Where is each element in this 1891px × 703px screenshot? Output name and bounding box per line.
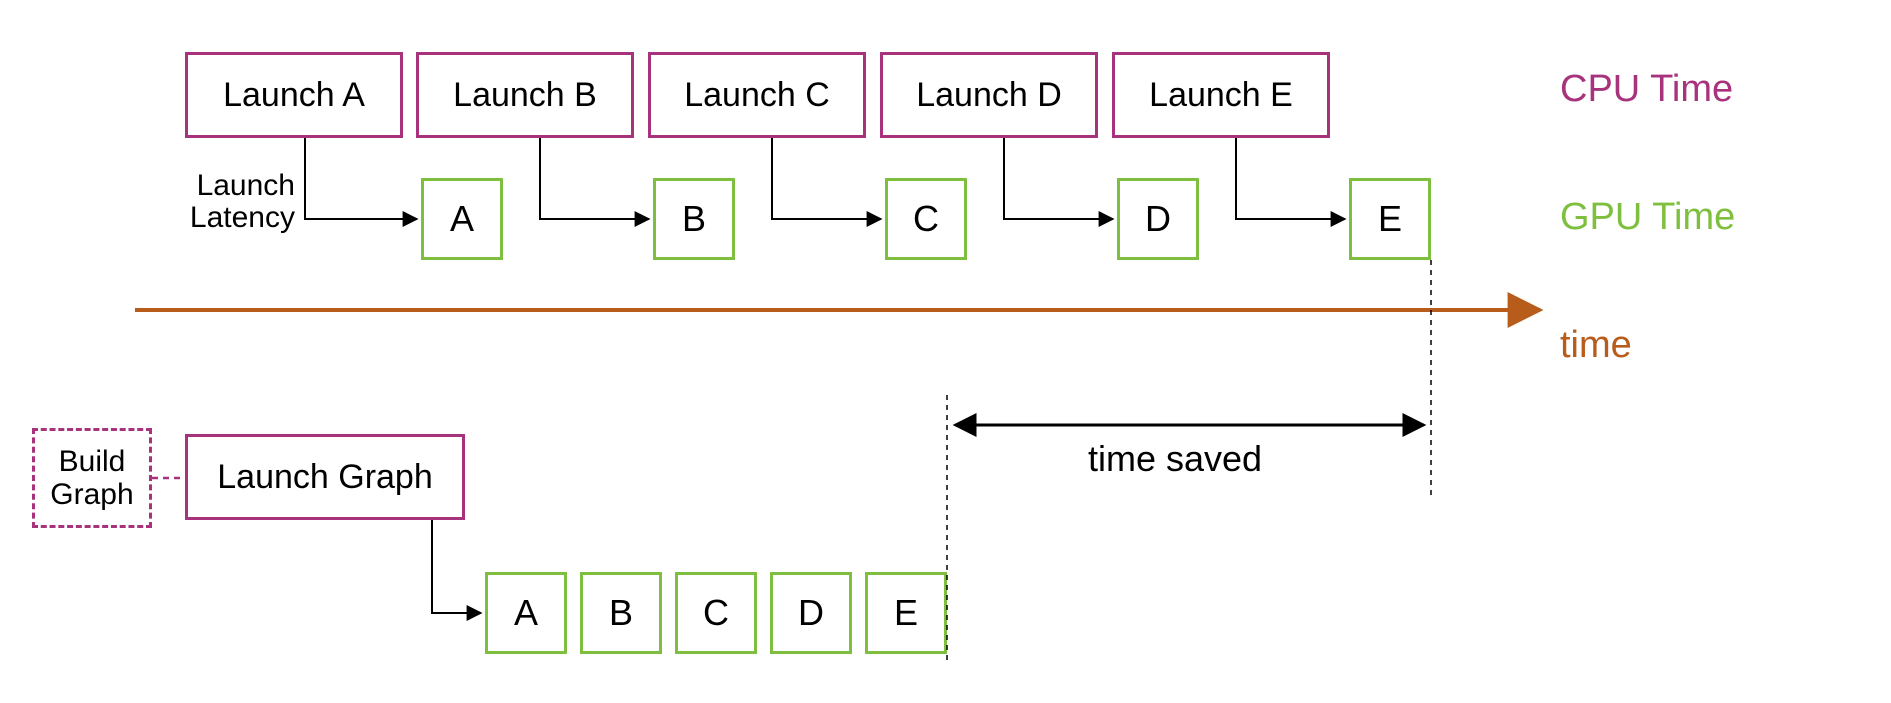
latency-arrow-B bbox=[540, 138, 649, 219]
build-graph-line1: Build bbox=[59, 445, 126, 478]
launch-graph-arrow bbox=[432, 520, 481, 613]
latency-arrow-A bbox=[305, 138, 417, 219]
latency-arrow-C bbox=[772, 138, 881, 219]
gpu-kernel-E-top: E bbox=[1349, 178, 1431, 260]
gpu-kernel-A-top-label: A bbox=[450, 198, 474, 240]
gpu-kernel-B-bottom: B bbox=[580, 572, 662, 654]
gpu-kernel-D-bottom-label: D bbox=[798, 592, 824, 634]
gpu-kernel-A-top: A bbox=[421, 178, 503, 260]
gpu-kernel-C-bottom: C bbox=[675, 572, 757, 654]
launch-graph-box: Launch Graph bbox=[185, 434, 465, 520]
gpu-kernel-A-bottom-label: A bbox=[514, 592, 538, 634]
build-graph-line2: Graph bbox=[50, 478, 133, 511]
time-saved-label: time saved bbox=[1075, 440, 1275, 478]
launch-graph-label: Launch Graph bbox=[217, 458, 433, 497]
cpu-launch-B-label: Launch B bbox=[453, 76, 597, 115]
gpu-kernel-C-bottom-label: C bbox=[703, 592, 729, 634]
cpu-launch-C-label: Launch C bbox=[684, 76, 830, 115]
cpu-launch-D-label: Launch D bbox=[916, 76, 1062, 115]
launch-latency-line1: Launch bbox=[197, 169, 295, 202]
cpu-launch-B: Launch B bbox=[416, 52, 634, 138]
cpu-launch-E: Launch E bbox=[1112, 52, 1330, 138]
legend-cpu-time: CPU Time bbox=[1560, 70, 1733, 110]
gpu-kernel-B-top: B bbox=[653, 178, 735, 260]
gpu-kernel-D-bottom: D bbox=[770, 572, 852, 654]
build-graph-box: Build Graph bbox=[32, 428, 152, 528]
gpu-kernel-D-top-label: D bbox=[1145, 198, 1171, 240]
cpu-launch-E-label: Launch E bbox=[1149, 76, 1293, 115]
cpu-launch-C: Launch C bbox=[648, 52, 866, 138]
time-axis-label: time bbox=[1560, 326, 1632, 366]
gpu-kernel-C-top: C bbox=[885, 178, 967, 260]
gpu-kernel-E-bottom: E bbox=[865, 572, 947, 654]
gpu-kernel-E-bottom-label: E bbox=[894, 592, 918, 634]
gpu-kernel-E-top-label: E bbox=[1378, 198, 1402, 240]
diagram-canvas: Launch A Launch B Launch C Launch D Laun… bbox=[0, 0, 1891, 703]
cpu-launch-A: Launch A bbox=[185, 52, 403, 138]
launch-latency-line2: Latency bbox=[190, 201, 295, 234]
latency-arrow-D bbox=[1004, 138, 1113, 219]
latency-arrow-E bbox=[1236, 138, 1345, 219]
legend-gpu-time: GPU Time bbox=[1560, 198, 1735, 238]
build-graph-label: Build Graph bbox=[50, 445, 133, 511]
gpu-kernel-A-bottom: A bbox=[485, 572, 567, 654]
cpu-launch-D: Launch D bbox=[880, 52, 1098, 138]
gpu-kernel-B-bottom-label: B bbox=[609, 592, 633, 634]
launch-latency-label: Launch Latency bbox=[175, 170, 295, 233]
gpu-kernel-B-top-label: B bbox=[682, 198, 706, 240]
gpu-kernel-C-top-label: C bbox=[913, 198, 939, 240]
gpu-kernel-D-top: D bbox=[1117, 178, 1199, 260]
cpu-launch-A-label: Launch A bbox=[223, 76, 365, 115]
